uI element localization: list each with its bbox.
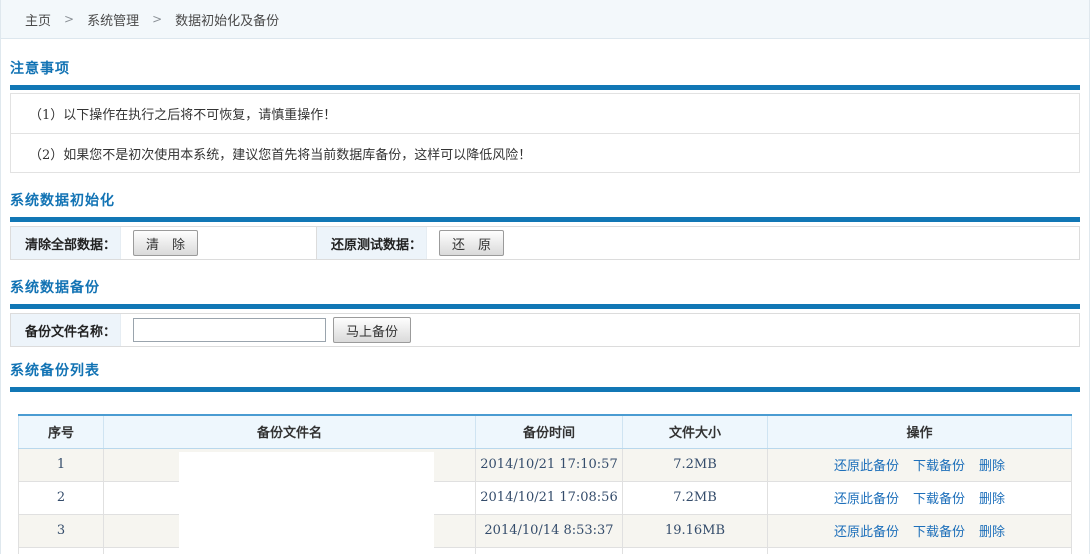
restore-backup-link[interactable]: 还原此备份 <box>834 525 899 540</box>
backup-now-button[interactable]: 马上备份 <box>333 317 411 343</box>
clear-button[interactable]: 清 除 <box>133 230 198 256</box>
section-divider-bar <box>10 217 1080 222</box>
cell-index: 4 <box>19 547 104 554</box>
cell-index: 2 <box>19 481 104 514</box>
cell-size: 6.53MB <box>623 547 768 554</box>
page: 主页 > 系统管理 > 数据初始化及备份 注意事项 （1）以下操作在执行之后将不… <box>0 0 1090 554</box>
section-title-notice: 注意事项 <box>10 58 1080 78</box>
clear-all-data-label: 清除全部数据： <box>11 227 121 259</box>
cell-time: 2014/10/14 8:53:37 <box>476 514 623 547</box>
cell-actions: 还原此备份下载备份删除 <box>768 514 1072 547</box>
notice-item: （1）以下操作在执行之后将不可恢复，请慎重操作！ <box>11 94 1079 133</box>
backup-row: 备份文件名称： 马上备份 <box>10 313 1080 347</box>
content: 注意事项 （1）以下操作在执行之后将不可恢复，请慎重操作！ （2）如果您不是初次… <box>1 58 1089 554</box>
breadcrumb-current-page: 数据初始化及备份 <box>175 10 279 29</box>
cell-time: 2014/9/22 15:13:14 <box>476 547 623 554</box>
backup-field-cell: 马上备份 <box>121 314 1079 346</box>
section-divider-bar <box>10 387 1080 392</box>
breadcrumb: 主页 > 系统管理 > 数据初始化及备份 <box>1 0 1089 39</box>
notice-box: （1）以下操作在执行之后将不可恢复，请慎重操作！ （2）如果您不是初次使用本系统… <box>10 93 1080 173</box>
table-row: 1 2014/10/21 17:10:57 7.2MB 还原此备份下载备份删除 <box>19 448 1072 481</box>
table-row: 4 2014/9/22 15:13:14 6.53MB 还原此备份下载备份删除 <box>19 547 1072 554</box>
breadcrumb-separator: > <box>152 12 162 26</box>
backup-filename-label: 备份文件名称： <box>11 314 121 346</box>
delete-link[interactable]: 删除 <box>979 459 1005 474</box>
section-title-init: 系统数据初始化 <box>10 190 1080 210</box>
header-filename: 备份文件名 <box>104 415 476 448</box>
cell-size: 7.2MB <box>623 448 768 481</box>
header-actions: 操作 <box>768 415 1072 448</box>
download-backup-link[interactable]: 下载备份 <box>913 459 965 474</box>
cell-size: 7.2MB <box>623 481 768 514</box>
notice-item: （2）如果您不是初次使用本系统，建议您首先将当前数据库备份，这样可以降低风险！ <box>11 133 1079 172</box>
header-size: 文件大小 <box>623 415 768 448</box>
breadcrumb-separator: > <box>64 12 74 26</box>
header-index: 序号 <box>19 415 104 448</box>
cell-index: 1 <box>19 448 104 481</box>
delete-link[interactable]: 删除 <box>979 525 1005 540</box>
section-title-backup: 系统数据备份 <box>10 277 1080 297</box>
restore-button[interactable]: 还 原 <box>439 230 504 256</box>
cell-size: 19.16MB <box>623 514 768 547</box>
init-row: 清除全部数据： 清 除 还原测试数据： 还 原 <box>10 226 1080 260</box>
download-backup-link[interactable]: 下载备份 <box>913 492 965 507</box>
cell-actions: 还原此备份下载备份删除 <box>768 448 1072 481</box>
cell-index: 3 <box>19 514 104 547</box>
backup-table: 序号 备份文件名 备份时间 文件大小 操作 1 2014/10/21 17:10… <box>18 414 1072 554</box>
restore-backup-link[interactable]: 还原此备份 <box>834 492 899 507</box>
section-divider-bar <box>10 85 1080 90</box>
table-row: 3 2014/10/14 8:53:37 19.16MB 还原此备份下载备份删除 <box>19 514 1072 547</box>
download-backup-link[interactable]: 下载备份 <box>913 525 965 540</box>
backup-table-wrap: 序号 备份文件名 备份时间 文件大小 操作 1 2014/10/21 17:10… <box>18 414 1072 554</box>
breadcrumb-system-management[interactable]: 系统管理 <box>87 10 139 29</box>
restore-button-cell: 还 原 <box>427 227 1079 259</box>
redacted-area <box>179 452 434 554</box>
cell-time: 2014/10/21 17:08:56 <box>476 481 623 514</box>
table-header-row: 序号 备份文件名 备份时间 文件大小 操作 <box>19 415 1072 448</box>
restore-backup-link[interactable]: 还原此备份 <box>834 459 899 474</box>
header-time: 备份时间 <box>476 415 623 448</box>
restore-test-data-label: 还原测试数据： <box>317 227 427 259</box>
table-row: 2 2014/10/21 17:08:56 7.2MB 还原此备份下载备份删除 <box>19 481 1072 514</box>
cell-actions: 还原此备份下载备份删除 <box>768 481 1072 514</box>
cell-time: 2014/10/21 17:10:57 <box>476 448 623 481</box>
clear-button-cell: 清 除 <box>121 227 317 259</box>
cell-actions: 还原此备份下载备份删除 <box>768 547 1072 554</box>
backup-filename-input[interactable] <box>133 318 326 342</box>
delete-link[interactable]: 删除 <box>979 492 1005 507</box>
breadcrumb-home[interactable]: 主页 <box>25 10 51 29</box>
section-title-list: 系统备份列表 <box>10 360 1080 380</box>
section-divider-bar <box>10 304 1080 309</box>
